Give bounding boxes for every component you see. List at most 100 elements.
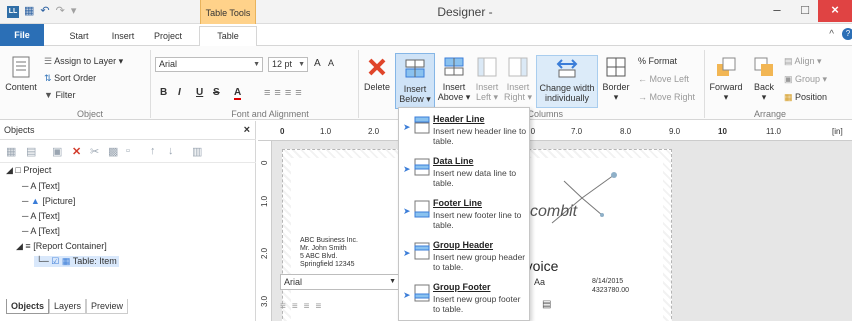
design-canvas[interactable]: ABC Business Inc. Mr. John Smith 5 ABC B… — [272, 141, 852, 321]
bold-button[interactable]: B — [160, 87, 167, 98]
align-buttons[interactable]: ≡≡≡≡ — [264, 87, 306, 99]
mini-list-icon[interactable]: ▤ — [542, 299, 551, 310]
menu-item-title: Group Header — [433, 240, 494, 250]
tree-node-picture[interactable]: ─ ▲ [Picture] — [22, 196, 75, 206]
assign-layer-button[interactable]: ☰ Assign to Layer ▾ — [44, 56, 123, 67]
arrange-group-label: Arrange — [753, 109, 787, 119]
align-icon: ▤ — [784, 56, 793, 66]
tree-node-text[interactable]: ─ A [Text] — [22, 211, 60, 221]
insert-below-menu: ➤ Header Line Insert new header line to … — [398, 107, 530, 321]
list-icon[interactable]: ▤ — [26, 145, 36, 158]
font-group-label: Font and Alignment — [231, 109, 309, 119]
border-button[interactable]: Border ▾ — [600, 55, 632, 102]
grow-font-button[interactable]: A — [314, 58, 321, 69]
collapse-ribbon-icon[interactable]: ^ — [829, 29, 834, 40]
border-icon — [606, 57, 626, 77]
insert-below-button[interactable]: Insert Below ▾ — [395, 53, 435, 109]
forward-button[interactable]: Forward ▾ — [706, 55, 746, 102]
tab-start[interactable]: Start — [58, 27, 100, 46]
tab-project[interactable]: Project — [146, 27, 190, 46]
shrink-font-button[interactable]: A — [328, 58, 334, 68]
menu-item-description: Insert new header line to table. — [433, 126, 527, 146]
filter-button[interactable]: ▼ Filter — [44, 90, 75, 100]
move-left-button[interactable]: ← Move Left — [638, 74, 689, 84]
tab-preview[interactable]: Preview — [86, 299, 129, 314]
menu-item-group-header[interactable]: ➤ Group Header Insert new group header t… — [399, 236, 529, 278]
strikethrough-button[interactable]: S — [213, 87, 220, 98]
close-pane-icon[interactable]: × — [244, 121, 250, 140]
tab-insert[interactable]: Insert — [104, 27, 142, 46]
separator — [704, 50, 705, 118]
close-button[interactable]: × — [818, 0, 852, 22]
cut-icon[interactable]: ✂ — [90, 145, 99, 158]
filter-label: Filter — [55, 90, 76, 100]
objects-pane-header: Objects × — [0, 121, 256, 140]
move-down-icon[interactable]: ↓ — [168, 145, 174, 157]
layer-icon[interactable]: ▥ — [192, 145, 202, 158]
menu-item-data-line[interactable]: ➤ Data Line Insert new data line to tabl… — [399, 152, 529, 194]
tree-node-text[interactable]: ─ A [Text] — [22, 226, 60, 236]
invoice-date[interactable]: 8/14/2015 — [592, 278, 623, 285]
group-button[interactable]: ▣ Group ▾ — [784, 74, 827, 85]
position-button[interactable]: ▦ Position — [784, 92, 827, 103]
delete-button[interactable]: Delete — [360, 55, 394, 92]
sort-order-button[interactable]: ⇅ Sort Order — [44, 73, 96, 84]
mini-toolbar-align-buttons[interactable]: ≡≡≡≡ — [280, 301, 327, 312]
move-left-label: Move Left — [649, 74, 690, 84]
content-button[interactable]: Content — [4, 55, 38, 92]
save-icon[interactable]: ▦ — [24, 5, 34, 18]
help-icon[interactable]: ? — [842, 28, 852, 40]
move-up-icon[interactable]: ↑ — [150, 145, 156, 157]
menu-item-group-footer[interactable]: ➤ Group Footer Insert new group footer t… — [399, 278, 529, 320]
address-block[interactable]: ABC Business Inc. Mr. John Smith 5 ABC B… — [300, 237, 358, 269]
menu-item-footer-line[interactable]: ➤ Footer Line Insert new footer line to … — [399, 194, 529, 236]
copy-icon[interactable]: ▩ — [108, 145, 118, 158]
tab-file[interactable]: File — [0, 24, 44, 46]
align-button[interactable]: ▤ Align ▾ — [784, 56, 822, 67]
grid-icon[interactable]: ▦ — [6, 145, 16, 158]
window-title: Designer - — [437, 5, 493, 19]
insert-right-button[interactable]: Insert Right ▾ — [503, 55, 533, 102]
tab-objects[interactable]: Objects — [6, 299, 50, 314]
move-right-button[interactable]: → Move Right — [638, 92, 695, 102]
minimize-button[interactable]: – — [763, 0, 791, 22]
back-label: Back — [753, 82, 774, 92]
underline-button[interactable]: U — [196, 87, 203, 98]
tab-layers[interactable]: Layers — [49, 299, 87, 314]
tree-node-text[interactable]: ─ A [Text] — [22, 181, 60, 191]
customize-icon[interactable]: ▾ — [71, 5, 77, 18]
tree-node-report-container[interactable]: ◢ ≡ [Report Container] — [16, 241, 107, 252]
tree-node-project[interactable]: ◢ □ Project — [6, 165, 51, 176]
font-size-combo[interactable]: 12 pt ▼ — [268, 57, 308, 72]
back-button[interactable]: Back ▾ — [748, 55, 780, 102]
menu-item-header-line[interactable]: ➤ Header Line Insert new header line to … — [399, 110, 529, 152]
undo-icon[interactable]: ↶ — [40, 5, 49, 18]
font-name-combo[interactable]: Arial ▼ — [155, 57, 263, 72]
menu-item-title: Footer Line — [433, 198, 482, 208]
format-button[interactable]: % Format — [638, 56, 677, 66]
sort-order-label: Sort Order — [54, 73, 97, 83]
tab-table[interactable]: Table — [199, 26, 257, 47]
change-width-button[interactable]: Change width individually — [536, 55, 598, 108]
insert-above-button[interactable]: Insert Above ▾ — [437, 55, 471, 102]
menu-item-title: Data Line — [433, 156, 474, 166]
font-color-button[interactable]: A — [234, 87, 242, 100]
layers-icon: ☰ — [44, 56, 53, 66]
object-group-label: Object — [76, 109, 103, 119]
insert-left-button[interactable]: Insert Left ▾ — [472, 55, 502, 102]
paste-icon[interactable]: ▫ — [126, 145, 130, 157]
tree-node-table-item[interactable]: └─ ☑ ▦ Table: Item — [34, 256, 119, 267]
change-width-icon — [556, 59, 578, 78]
invoice-number[interactable]: 4323780.00 — [592, 287, 629, 294]
redo-icon[interactable]: ↷ — [56, 5, 65, 18]
logo-text: combit — [530, 203, 578, 220]
mini-toolbar-aa-button[interactable]: Aa — [534, 277, 550, 287]
italic-button[interactable]: I — [178, 87, 181, 98]
ruler-tick: 0 — [280, 127, 285, 136]
logo-graphic[interactable] — [542, 163, 622, 233]
delete-object-icon[interactable]: ✕ — [72, 145, 81, 158]
mini-toolbar-font-combo[interactable]: Arial ▼ — [280, 274, 400, 290]
maximize-button[interactable]: □ — [791, 0, 819, 22]
separator — [150, 50, 151, 118]
properties-icon[interactable]: ▣ — [52, 145, 62, 158]
